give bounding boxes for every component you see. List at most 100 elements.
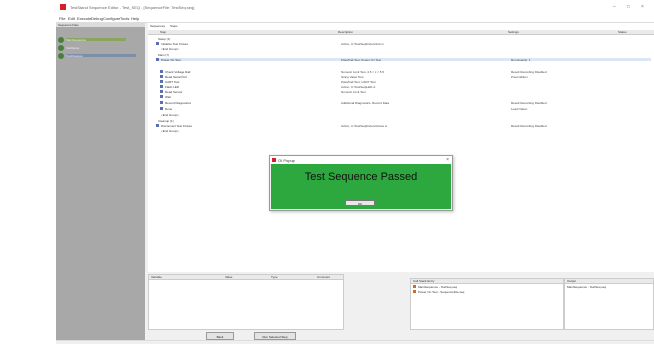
step-icon	[160, 80, 163, 83]
step-name: Read Serial Port	[165, 75, 188, 79]
menu-tools[interactable]: Tools	[120, 16, 129, 21]
list-item-label: MainSequence - TestSeq.seq	[418, 285, 458, 289]
step-description: Pass/Fail Test, Power On Test	[341, 58, 381, 62]
sequence-status-icon	[58, 37, 64, 43]
menu-help[interactable]: Help	[131, 16, 139, 21]
step-settings: Result Recording Disabled	[511, 70, 547, 74]
step-icon	[160, 75, 163, 78]
step-description: String Value Test	[341, 75, 364, 79]
step-icon	[160, 101, 163, 104]
popup-dialog: OI Popup × Test Sequence Passed OK	[269, 155, 453, 211]
tab-steps[interactable]: Steps	[170, 24, 178, 28]
title-bar: TestStand Sequence Editor - Test_SEQ - […	[56, 0, 654, 15]
dialog-title: OI Popup	[278, 158, 295, 163]
variables-panel: Variable Value Type Comment	[148, 274, 344, 330]
column-variable[interactable]: Variable	[151, 275, 162, 279]
step-icon	[160, 95, 163, 98]
step-description: Pass/Fail Test, UART Test	[341, 80, 376, 84]
step-name: Wait	[165, 95, 171, 99]
step-name: UART Test	[165, 80, 180, 84]
step-settings: Result Recording Disabled	[511, 101, 547, 105]
maximize-icon[interactable]: □	[627, 4, 630, 10]
tab-sequences[interactable]: Sequences	[150, 24, 165, 28]
step-name: Flash LED	[165, 85, 180, 89]
run-selected-button[interactable]: Run Selected Step	[254, 332, 296, 340]
step-name: Initialize Test Fixture	[161, 42, 189, 46]
step-name: Done	[165, 107, 173, 111]
step-settings: Result Recording Disabled	[511, 124, 547, 128]
steps-grid: Sequences Steps Step Description Setting…	[148, 23, 654, 272]
sequence-files-panel: Sequence Files MainSequence TestSetup Te…	[56, 23, 145, 344]
step-name: Power On Test	[161, 58, 181, 62]
sequence-item-label: TestSetup	[66, 46, 80, 50]
minimize-icon[interactable]: –	[613, 4, 616, 10]
menu-execute[interactable]: Execute	[77, 16, 91, 21]
step-name: <End Group>	[161, 129, 180, 133]
step-name: Record Diagnostics	[165, 101, 192, 105]
list-item-label: Power On Test - SequenceFile.seq	[418, 290, 465, 294]
step-icon	[156, 124, 159, 127]
step-icon	[160, 70, 163, 73]
variables-header: Variable Value Type Comment	[149, 275, 343, 280]
close-icon[interactable]: ×	[641, 4, 644, 10]
sequence-icon	[413, 290, 416, 293]
output-header: Output	[565, 279, 653, 284]
sequence-item-label: TestCleanup	[66, 54, 83, 58]
sequence-status-icon	[58, 53, 64, 59]
sequence-status-icon	[58, 45, 64, 51]
step-description: Numeric Limit Test, 4.5 < x < 5.5	[341, 70, 384, 74]
call-stack-panel: Call Stack Entry MainSequence - TestSeq.…	[410, 278, 564, 330]
column-header: Step Description Settings Status	[148, 30, 654, 35]
menu-configure[interactable]: Configure	[103, 16, 120, 21]
column-comment[interactable]: Comment	[317, 275, 330, 279]
column-settings[interactable]: Settings	[508, 30, 519, 34]
sequence-item-label: MainSequence	[66, 38, 87, 42]
list-item-label: MainSequence - TestSeq.seq	[567, 285, 607, 289]
step-description: Additional Diagnostics, Record Data	[341, 101, 390, 105]
step-settings: Precondition	[511, 75, 528, 79]
sequence-item[interactable]: TestCleanup	[58, 53, 143, 59]
column-type[interactable]: Type	[271, 275, 278, 279]
status-bar	[56, 340, 654, 344]
step-settings: Load Option	[511, 107, 528, 111]
step-description: Action, C:\TestSeq\Fixture\Init.vi	[341, 42, 384, 46]
step-icon	[156, 42, 159, 45]
output-panel: Output MainSequence - TestSeq.seq	[564, 278, 654, 330]
ok-button[interactable]: OK	[345, 200, 375, 206]
step-name: Read Sensor	[165, 90, 183, 94]
step-name: Cleanup (1)	[158, 119, 174, 123]
sequence-icon	[413, 285, 416, 288]
step-icon	[160, 90, 163, 93]
step-name: Main (7)	[158, 53, 170, 57]
step-name: <End Group>	[161, 47, 180, 51]
step-name: <End Group>	[161, 113, 180, 117]
step-description: Action, C:\TestSeq\Fixture\Close.vi	[341, 124, 388, 128]
window-title: TestStand Sequence Editor - Test_SEQ - […	[70, 5, 195, 10]
dialog-body: Test Sequence Passed OK	[271, 164, 451, 209]
step-name: Setup (1)	[158, 37, 171, 41]
column-description[interactable]: Description	[338, 30, 353, 34]
sequence-item[interactable]: MainSequence	[58, 37, 143, 43]
menu-edit[interactable]: Edit	[68, 16, 75, 21]
panel-header: Sequence Files	[56, 23, 145, 27]
step-description: Numeric Limit Test	[341, 90, 366, 94]
column-status[interactable]: Status	[618, 30, 627, 34]
menu-bar: File Edit Execute Debug Configure Tools …	[56, 15, 654, 23]
dialog-app-icon	[272, 158, 276, 162]
step-icon	[156, 58, 159, 61]
table-row-selected[interactable]: Power On Test Pass/Fail Test, Power On T…	[156, 58, 651, 62]
column-step[interactable]: Step	[160, 30, 166, 34]
step-description: Action, C:\TestSeq\LED.vi	[341, 85, 376, 89]
step-icon	[160, 85, 163, 88]
menu-debug[interactable]: Debug	[91, 16, 103, 21]
menu-file[interactable]: File	[59, 16, 65, 21]
bottom-panels: Variable Value Type Comment Call Stack E…	[148, 274, 654, 344]
step-name: Disconnect Test Fixture	[161, 124, 193, 128]
call-stack-header-label: Call Stack Entry	[413, 279, 435, 283]
step-settings: Run Exactly: 1	[511, 58, 531, 62]
column-value[interactable]: Value	[225, 275, 232, 279]
dialog-close-icon[interactable]: ×	[446, 157, 449, 163]
call-stack-header: Call Stack Entry	[411, 279, 563, 284]
sequence-item[interactable]: TestSetup	[58, 45, 143, 51]
back-button[interactable]: Back	[206, 332, 234, 340]
